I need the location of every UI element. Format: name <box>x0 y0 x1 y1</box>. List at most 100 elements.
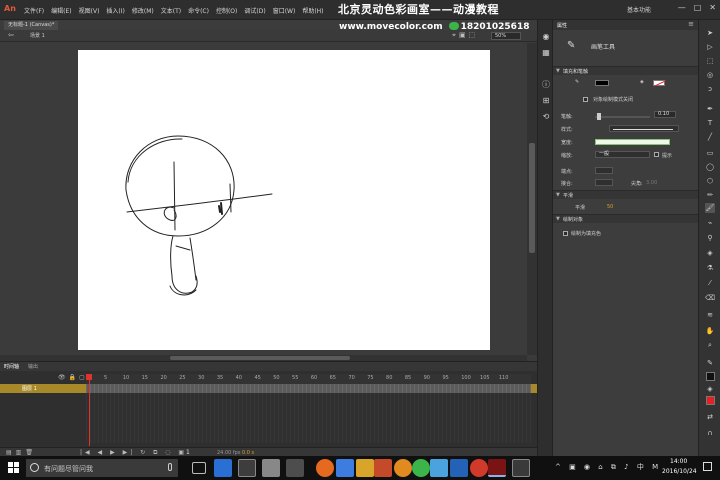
stroke-color-swatch[interactable] <box>595 80 609 86</box>
tab-timeline[interactable]: 时间轴 <box>4 363 19 370</box>
smooth-value[interactable]: 50 <box>607 204 613 210</box>
menu-modify[interactable]: 修改(M) <box>132 6 154 15</box>
empty-frames-area[interactable] <box>86 393 531 443</box>
menu-help[interactable]: 帮助(H) <box>302 6 323 15</box>
windows-start-icon[interactable] <box>8 462 19 473</box>
layer-name[interactable]: 图层 1 <box>22 385 37 392</box>
swap-colors-icon[interactable]: ⇄ <box>705 412 715 422</box>
library-panel-icon[interactable]: ▦ <box>541 48 551 58</box>
menu-view[interactable]: 视图(V) <box>79 6 100 15</box>
layer-toggle-icons[interactable]: 👁🔒▢ <box>58 374 88 381</box>
join-dropdown[interactable] <box>595 179 613 186</box>
layer-buttons[interactable]: ▤▥🗑 <box>6 449 37 456</box>
stroke-slider-knob[interactable] <box>597 113 601 120</box>
edge-browser-icon[interactable] <box>214 459 232 477</box>
color-panel-icon[interactable]: ◉ <box>541 32 551 42</box>
width-tool-icon[interactable]: ≋ <box>705 310 715 320</box>
notification-icon[interactable] <box>703 462 712 471</box>
tab-properties[interactable]: 属性 <box>557 22 567 29</box>
paint-bucket-icon[interactable]: ◈ <box>705 248 715 258</box>
app-icon-orange[interactable] <box>394 459 412 477</box>
media-player-icon[interactable] <box>450 459 468 477</box>
draw-as-fill-checkbox[interactable] <box>563 231 568 236</box>
section-smoothing[interactable]: ▼ 平滑 <box>553 190 698 199</box>
object-drawing-checkbox[interactable] <box>583 97 588 102</box>
edit-bar-icons[interactable]: ⌖▣⬚ <box>452 31 478 40</box>
zoom-tool-icon[interactable]: ⌕ <box>705 340 715 350</box>
scale-dropdown[interactable]: 一般 <box>595 151 650 158</box>
fill-color-swatch[interactable] <box>653 80 665 86</box>
stroke-slider-track[interactable] <box>595 116 650 118</box>
app-icon-window[interactable] <box>512 459 530 477</box>
miter-value[interactable]: 3.00 <box>646 180 657 186</box>
taskbar-search[interactable]: 有问题尽管问我 <box>26 459 178 477</box>
app-icon-blue[interactable] <box>336 459 354 477</box>
fill-color-chip[interactable] <box>706 396 715 405</box>
polystar-tool-icon[interactable]: ⬡ <box>705 176 715 186</box>
panel-menu-icon[interactable]: ≡ <box>688 20 694 28</box>
task-view-icon[interactable] <box>192 462 206 474</box>
width-profile-dropdown[interactable] <box>595 139 670 145</box>
hand-tool-icon[interactable]: ✋ <box>705 326 715 336</box>
scroll-thumb[interactable] <box>529 143 535 253</box>
oval-tool-icon[interactable]: ◯ <box>705 162 715 172</box>
section-drawing-object[interactable]: ▼ 绘制对象 <box>553 214 698 223</box>
tab-output[interactable]: 输出 <box>28 363 38 370</box>
app-icon-yellow[interactable] <box>356 459 374 477</box>
cap-dropdown[interactable] <box>595 167 613 174</box>
qq-icon[interactable] <box>430 459 448 477</box>
ink-bottle-icon[interactable]: ⚗ <box>705 263 715 273</box>
free-transform-icon[interactable]: ⬚ <box>705 56 715 66</box>
stage-vertical-scrollbar[interactable] <box>527 43 537 355</box>
app-icon-red-round[interactable] <box>470 459 488 477</box>
lasso-tool-icon[interactable]: ↄ <box>705 84 715 94</box>
hinting-checkbox[interactable] <box>654 152 659 157</box>
align-panel-icon[interactable]: ⊞ <box>541 96 551 106</box>
transform-panel-icon[interactable]: ⟲ <box>541 112 551 122</box>
app-icon-grey[interactable] <box>262 459 280 477</box>
rectangle-tool-icon[interactable]: ▭ <box>705 148 715 158</box>
snap-magnet-icon[interactable]: ∩ <box>705 428 715 438</box>
menu-commands[interactable]: 命令(C) <box>188 6 209 15</box>
menu-window[interactable]: 窗口(W) <box>273 6 296 15</box>
menu-control[interactable]: 控制(O) <box>216 6 237 15</box>
minimize-button[interactable]: — <box>678 3 686 12</box>
clock-time[interactable]: 14:00 <box>670 458 687 465</box>
document-tab[interactable]: 无标题-1 (Canvas)* <box>4 21 59 30</box>
explorer-icon[interactable] <box>238 459 256 477</box>
brush-tool-icon[interactable]: 🖌 <box>705 203 715 213</box>
clock-date[interactable]: 2016/10/24 <box>662 468 697 475</box>
stage-canvas[interactable] <box>78 50 490 350</box>
eyedropper-icon[interactable]: ⁄ <box>705 278 715 288</box>
back-arrow-icon[interactable]: ⇦ <box>8 31 14 39</box>
menu-file[interactable]: 文件(F) <box>24 6 44 15</box>
eraser-icon[interactable]: ⌫ <box>705 293 715 303</box>
pen-tool-icon[interactable]: ✒ <box>705 104 715 114</box>
line-tool-icon[interactable]: ╱ <box>705 132 715 142</box>
menu-insert[interactable]: 插入(I) <box>106 6 124 15</box>
microphone-icon[interactable] <box>168 463 172 471</box>
subselection-tool-icon[interactable]: ▷ <box>705 42 715 52</box>
text-tool-icon[interactable]: T <box>705 118 715 128</box>
maximize-button[interactable]: □ <box>694 3 702 12</box>
app-icon-dark[interactable] <box>286 459 304 477</box>
section-fill-stroke[interactable]: ▼ 填充和笔触 <box>553 66 698 75</box>
3d-rotation-icon[interactable]: ◎ <box>705 70 715 80</box>
menu-debug[interactable]: 调试(D) <box>244 6 265 15</box>
selection-tool-icon[interactable]: ➤ <box>705 28 715 38</box>
bone-tool-icon[interactable]: ⚲ <box>705 233 715 243</box>
info-panel-icon[interactable]: ⓘ <box>541 80 551 90</box>
scroll-thumb[interactable] <box>170 356 350 360</box>
playhead[interactable] <box>89 374 90 446</box>
wechat-app-icon[interactable] <box>412 459 430 477</box>
close-button[interactable]: ✕ <box>709 3 716 12</box>
workspace-switcher[interactable]: 基本功能 <box>627 5 651 14</box>
menu-edit[interactable]: 编辑(E) <box>51 6 71 15</box>
paint-brush-icon[interactable]: ⌁ <box>705 218 715 228</box>
firefox-icon[interactable] <box>316 459 334 477</box>
zoom-select[interactable]: 50% <box>491 32 521 40</box>
animate-app-icon[interactable] <box>488 459 506 477</box>
system-tray-icons[interactable]: ^ ▣ ◉ ⌂ ⧉ ♪ 中 M <box>555 462 661 472</box>
app-icon-red[interactable] <box>374 459 392 477</box>
frame-ruler[interactable]: 1510152025303540455055606570758085909510… <box>86 374 531 384</box>
